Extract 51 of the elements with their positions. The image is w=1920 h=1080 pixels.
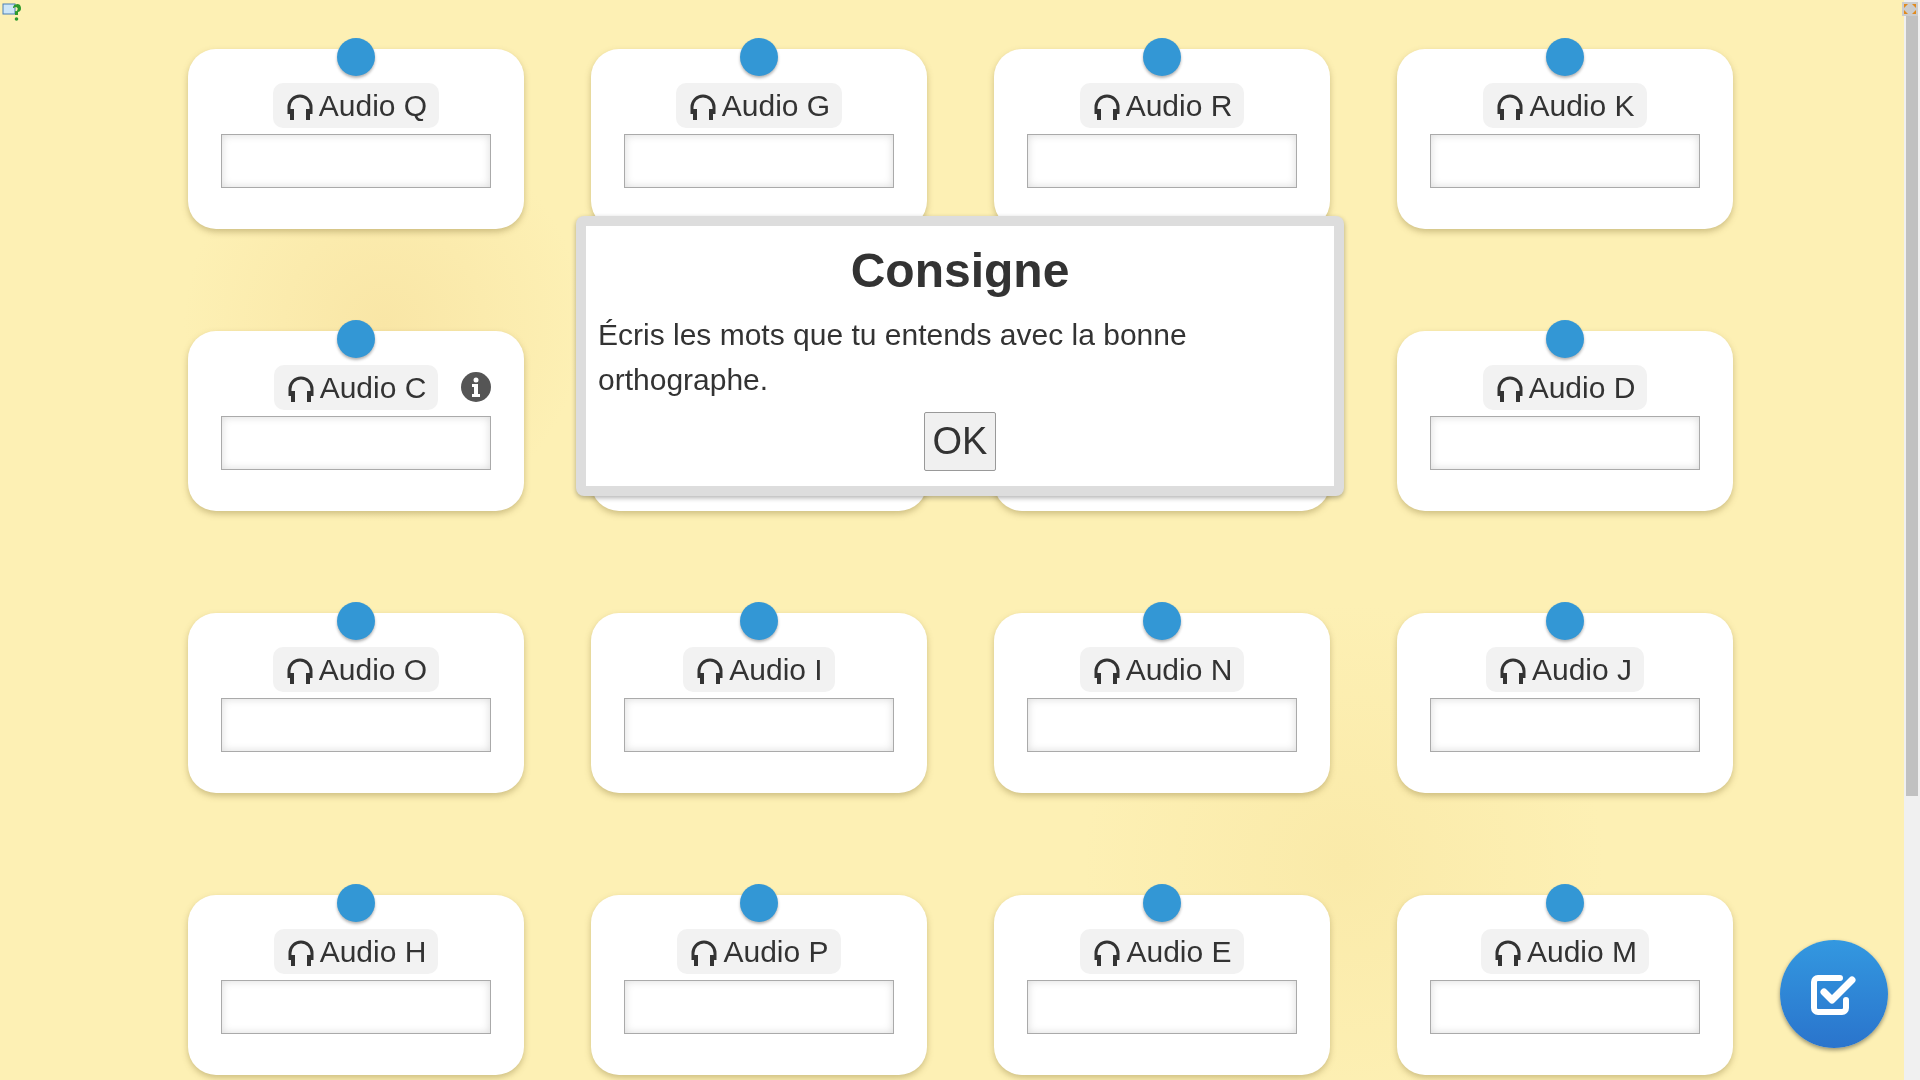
answer-field[interactable]	[624, 134, 894, 188]
answer-field[interactable]	[1430, 980, 1700, 1034]
audio-button[interactable]: Audio O	[272, 647, 440, 692]
audio-button[interactable]: Audio N	[1079, 647, 1245, 692]
audio-button[interactable]: Audio M	[1480, 929, 1650, 974]
help-icon[interactable]	[2, 2, 22, 22]
pin	[1546, 884, 1584, 922]
answer-field[interactable]	[221, 134, 491, 188]
fullscreen-icon[interactable]	[1902, 2, 1918, 16]
pin	[337, 602, 375, 640]
pin	[740, 38, 778, 76]
info-icon[interactable]	[460, 371, 492, 403]
answer-field[interactable]	[221, 698, 491, 752]
answer-field[interactable]	[1430, 698, 1700, 752]
pin	[337, 38, 375, 76]
audio-button[interactable]: Audio E	[1080, 929, 1244, 974]
ok-button[interactable]: OK	[923, 411, 997, 471]
audio-button[interactable]: Audio P	[677, 929, 841, 974]
audio-button[interactable]: Audio J	[1485, 647, 1645, 692]
audio-button[interactable]: Audio K	[1483, 83, 1647, 128]
scrollbar[interactable]	[1904, 0, 1920, 1080]
pin	[1546, 38, 1584, 76]
pin	[1143, 884, 1181, 922]
pin	[1546, 320, 1584, 358]
answer-field[interactable]	[624, 698, 894, 752]
pin	[740, 602, 778, 640]
instruction-text: Écris les mots que tu entends avec la bonne orthographe.	[598, 316, 1188, 398]
answer-field[interactable]	[1430, 134, 1700, 188]
checkbox-icon	[1810, 972, 1858, 1016]
answer-field[interactable]	[1027, 980, 1297, 1034]
answer-field[interactable]	[624, 980, 894, 1034]
audio-button[interactable]: Audio C	[273, 365, 439, 410]
audio-button[interactable]: Audio I	[683, 647, 835, 692]
answer-field[interactable]	[221, 416, 491, 470]
pin	[337, 884, 375, 922]
audio-button[interactable]: Audio R	[1079, 83, 1245, 128]
answer-field[interactable]	[1027, 698, 1297, 752]
answer-field[interactable]	[1027, 134, 1297, 188]
answer-field[interactable]	[221, 980, 491, 1034]
pin	[1546, 602, 1584, 640]
audio-button[interactable]: Audio Q	[272, 83, 440, 128]
audio-button[interactable]: Audio H	[273, 929, 439, 974]
answer-field[interactable]	[1430, 416, 1700, 470]
check-button[interactable]	[1780, 940, 1888, 1048]
pin	[1143, 602, 1181, 640]
audio-button[interactable]: Audio D	[1482, 365, 1648, 410]
pin	[1143, 38, 1181, 76]
pin	[337, 320, 375, 358]
pin	[740, 884, 778, 922]
audio-button[interactable]: Audio G	[675, 83, 843, 128]
dialog-title: Consigne	[849, 243, 1071, 299]
